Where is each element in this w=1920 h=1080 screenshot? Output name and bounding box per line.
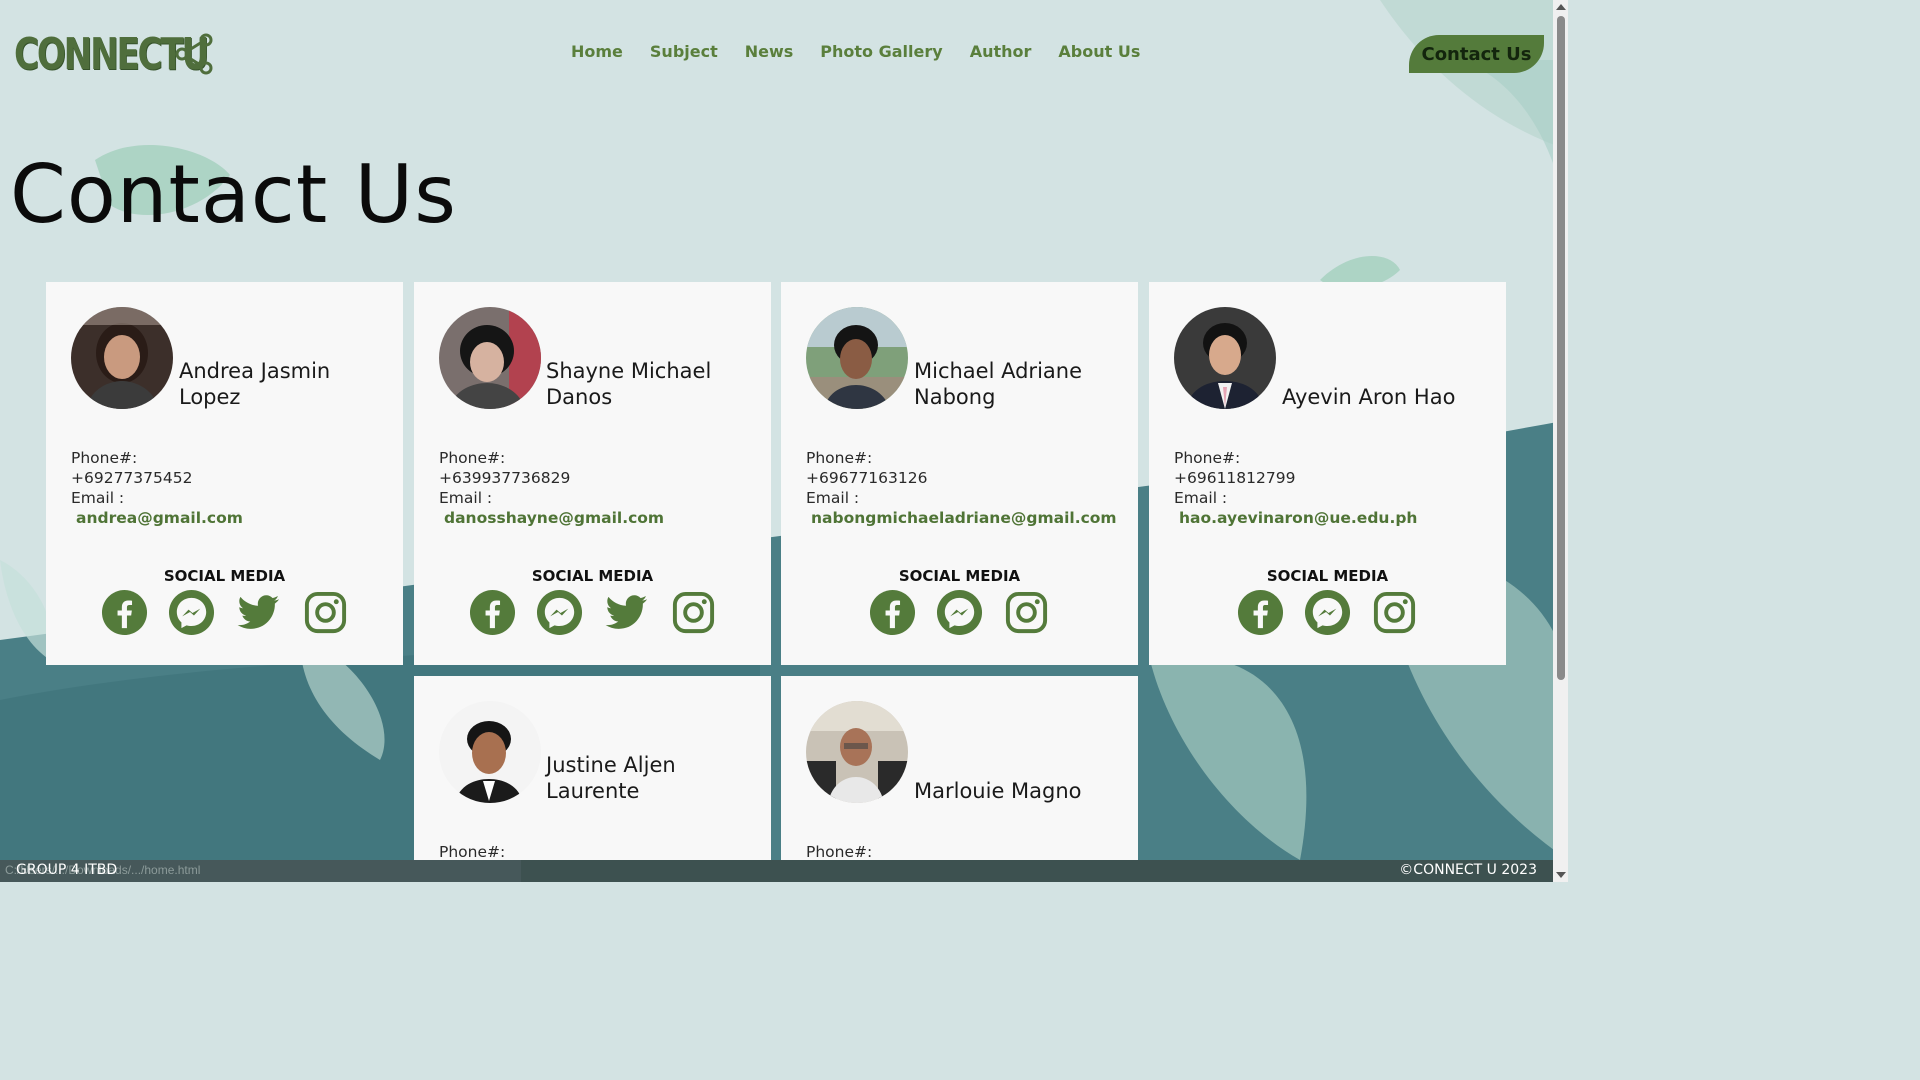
messenger-icon[interactable] xyxy=(1304,589,1351,636)
copyright-text: ©CONNECT U 2023 xyxy=(1399,862,1537,878)
contact-info: Phone#: +69277375452 Email : andrea@gmai… xyxy=(71,448,243,528)
nav-news[interactable]: News xyxy=(745,42,794,61)
contact-info: Phone#: +69611812799 Email : hao.ayevina… xyxy=(1174,448,1417,528)
messenger-icon[interactable] xyxy=(168,589,215,636)
phone-label: Phone#: xyxy=(71,449,138,467)
facebook-icon[interactable] xyxy=(469,589,516,636)
nav-photo-gallery[interactable]: Photo Gallery xyxy=(820,42,942,61)
phone-value: +69277375452 xyxy=(71,469,193,487)
member-name: Marlouie Magno xyxy=(914,779,1082,803)
nav-author[interactable]: Author xyxy=(970,42,1032,61)
email-link[interactable]: hao.ayevinaron@ue.edu.ph xyxy=(1174,508,1417,528)
member-name: Andrea Jasmin Lopez xyxy=(179,359,331,409)
scroll-up-arrow-icon[interactable] xyxy=(1556,4,1566,10)
scroll-thumb[interactable] xyxy=(1557,16,1565,680)
contact-us-button[interactable]: Contact Us xyxy=(1409,35,1544,73)
email-link[interactable]: danosshayne@gmail.com xyxy=(439,508,664,528)
phone-label: Phone#: xyxy=(806,449,873,467)
nav-subject[interactable]: Subject xyxy=(650,42,718,61)
instagram-icon[interactable] xyxy=(1003,589,1050,636)
site-logo[interactable]: CONNECTU xyxy=(14,28,261,80)
social-links xyxy=(46,589,403,636)
share-icon xyxy=(175,33,213,75)
avatar xyxy=(1174,307,1276,409)
nav-home[interactable]: Home xyxy=(571,42,623,61)
email-label: Email : xyxy=(1174,489,1228,507)
phone-label: Phone#: xyxy=(439,843,506,861)
email-label: Email : xyxy=(439,489,493,507)
twitter-icon[interactable] xyxy=(235,589,282,636)
twitter-icon[interactable] xyxy=(603,589,650,636)
avatar xyxy=(439,701,541,803)
email-link[interactable]: nabongmichaeladriane@gmail.com xyxy=(806,508,1117,528)
phone-value: +69611812799 xyxy=(1174,469,1296,487)
contact-info: Phone#: +639937736829 Email : danosshayn… xyxy=(439,448,664,528)
avatar xyxy=(71,307,173,409)
member-name: Shayne Michael Danos xyxy=(546,359,712,409)
vertical-scrollbar[interactable] xyxy=(1553,0,1568,882)
instagram-icon[interactable] xyxy=(670,589,717,636)
email-link[interactable]: andrea@gmail.com xyxy=(71,508,243,528)
member-name: Michael Adriane Nabong xyxy=(914,359,1082,409)
social-links xyxy=(414,589,771,636)
contact-info: Phone#: xyxy=(439,842,505,862)
social-links xyxy=(1149,589,1506,636)
phone-label: Phone#: xyxy=(439,449,506,467)
nav-about-us[interactable]: About Us xyxy=(1058,42,1140,61)
main-nav: Home Subject News Photo Gallery Author A… xyxy=(571,42,1167,61)
social-media-heading: SOCIAL MEDIA xyxy=(531,567,654,585)
facebook-icon[interactable] xyxy=(1237,589,1284,636)
footer-group-text: GROUP 4 ITBD xyxy=(16,862,118,878)
page-title: Contact Us xyxy=(10,148,457,241)
contact-info: Phone#: xyxy=(806,842,872,862)
phone-label: Phone#: xyxy=(806,843,873,861)
phone-value: +69677163126 xyxy=(806,469,928,487)
member-name: Ayevin Aron Hao xyxy=(1282,385,1456,409)
phone-label: Phone#: xyxy=(1174,449,1241,467)
messenger-icon[interactable] xyxy=(936,589,983,636)
member-card: Andrea Jasmin Lopez Phone#: +69277375452… xyxy=(46,282,403,665)
facebook-icon[interactable] xyxy=(101,589,148,636)
email-label: Email : xyxy=(806,489,860,507)
facebook-icon[interactable] xyxy=(869,589,916,636)
phone-value: +639937736829 xyxy=(439,469,571,487)
avatar xyxy=(439,307,541,409)
member-card: Ayevin Aron Hao Phone#: +69611812799 Ema… xyxy=(1149,282,1506,665)
scroll-down-arrow-icon[interactable] xyxy=(1556,872,1566,878)
member-card: Shayne Michael Danos Phone#: +6399377368… xyxy=(414,282,771,665)
avatar xyxy=(806,307,908,409)
social-media-heading: SOCIAL MEDIA xyxy=(898,567,1021,585)
social-media-heading: SOCIAL MEDIA xyxy=(1266,567,1389,585)
member-card: Michael Adriane Nabong Phone#: +69677163… xyxy=(781,282,1138,665)
social-links xyxy=(781,589,1138,636)
instagram-icon[interactable] xyxy=(1371,589,1418,636)
email-label: Email : xyxy=(71,489,125,507)
member-card: Justine Aljen Laurente Phone#: xyxy=(414,676,771,866)
avatar xyxy=(806,701,908,803)
member-name: Justine Aljen Laurente xyxy=(546,753,676,803)
messenger-icon[interactable] xyxy=(536,589,583,636)
instagram-icon[interactable] xyxy=(302,589,349,636)
member-card: Marlouie Magno Phone#: xyxy=(781,676,1138,866)
social-media-heading: SOCIAL MEDIA xyxy=(163,567,286,585)
contact-info: Phone#: +69677163126 Email : nabongmicha… xyxy=(806,448,1117,528)
